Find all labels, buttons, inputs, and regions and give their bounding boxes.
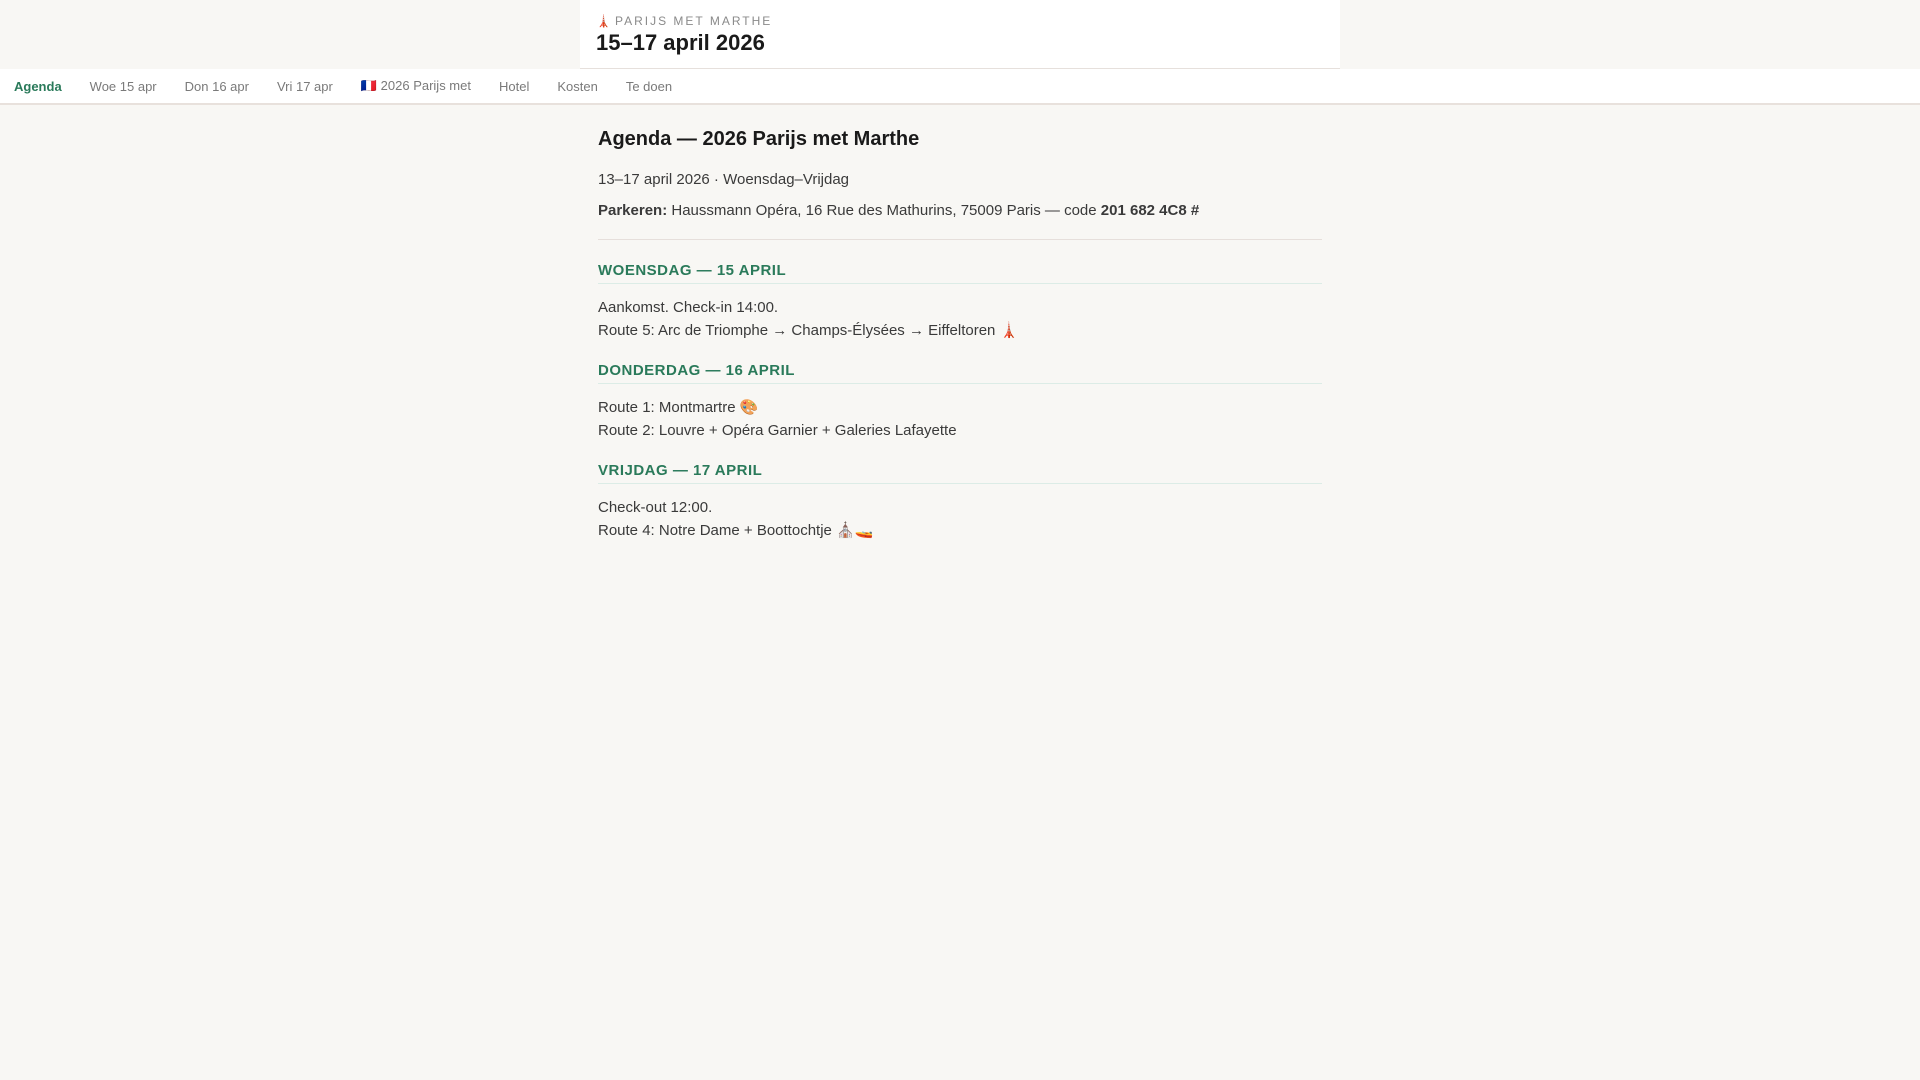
tab-vri-17-apr[interactable]: Vri 17 apr — [277, 79, 333, 94]
tab-nav: Agenda Woe 15 apr Don 16 apr Vri 17 apr … — [0, 69, 1920, 105]
page-header: 🗼 PARIJS MET MARTHE 15–17 april 2026 — [580, 0, 1340, 69]
divider — [598, 239, 1322, 240]
day-heading: WOENSDAG — 15 APRIL — [598, 262, 1322, 284]
tab-parijs-met[interactable]: 🇫🇷 2026 Parijs met — [361, 78, 471, 94]
tab-woe-15-apr[interactable]: Woe 15 apr — [90, 79, 157, 94]
agenda-title: Agenda — 2026 Parijs met Marthe — [598, 128, 920, 150]
tab-te-doen[interactable]: Te doen — [626, 79, 672, 94]
parking-label: Parkeren: — [598, 202, 668, 219]
day-heading: DONDERDAG — 16 APRIL — [598, 362, 1322, 384]
day-section-vrijdag: VRIJDAG — 17 APRIL Check-out 12:00. Rout… — [598, 462, 1322, 542]
agenda-content: Agenda — 2026 Parijs met Marthe 13–17 ap… — [598, 128, 1322, 562]
tab-agenda[interactable]: Agenda — [14, 79, 62, 94]
day-heading: VRIJDAG — 17 APRIL — [598, 462, 1322, 484]
day-section-woensdag: WOENSDAG — 15 APRIL Aankomst. Check-in 1… — [598, 262, 1322, 342]
app-eyebrow: 🗼 PARIJS MET MARTHE — [596, 14, 772, 28]
tab-don-16-apr[interactable]: Don 16 apr — [185, 79, 249, 94]
agenda-line: Route 5: Arc de Triomphe → Champs-Élysée… — [598, 322, 1019, 339]
eiffel-tower-icon: 🗼 — [596, 14, 611, 28]
agenda-line: Route 4: Notre Dame + Boottochtje ⛪🚤 — [598, 522, 874, 539]
tab-kosten[interactable]: Kosten — [557, 79, 597, 94]
agenda-line: Aankomst. Check-in 14:00. — [598, 299, 779, 316]
parking-address: Haussmann Opéra, 16 Rue des Mathurins, 7… — [667, 202, 1101, 219]
eyebrow-text: PARIJS MET MARTHE — [614, 14, 773, 28]
parking-info: Parkeren: Haussmann Opéra, 16 Rue des Ma… — [598, 202, 1322, 219]
agenda-line: Route 1: Montmartre 🎨 — [598, 399, 759, 416]
parking-code: 201 682 4C8 # — [1100, 202, 1200, 219]
trip-dates: 13–17 april 2026 · Woensdag–Vrijdag — [598, 171, 850, 188]
agenda-line: Check-out 12:00. — [598, 499, 713, 516]
day-section-donderdag: DONDERDAG — 16 APRIL Route 1: Montmartre… — [598, 362, 1322, 442]
page-title: 15–17 april 2026 — [596, 30, 765, 55]
tab-hotel[interactable]: Hotel — [499, 79, 529, 94]
agenda-line: Route 2: Louvre + Opéra Garnier + Galeri… — [598, 422, 957, 439]
